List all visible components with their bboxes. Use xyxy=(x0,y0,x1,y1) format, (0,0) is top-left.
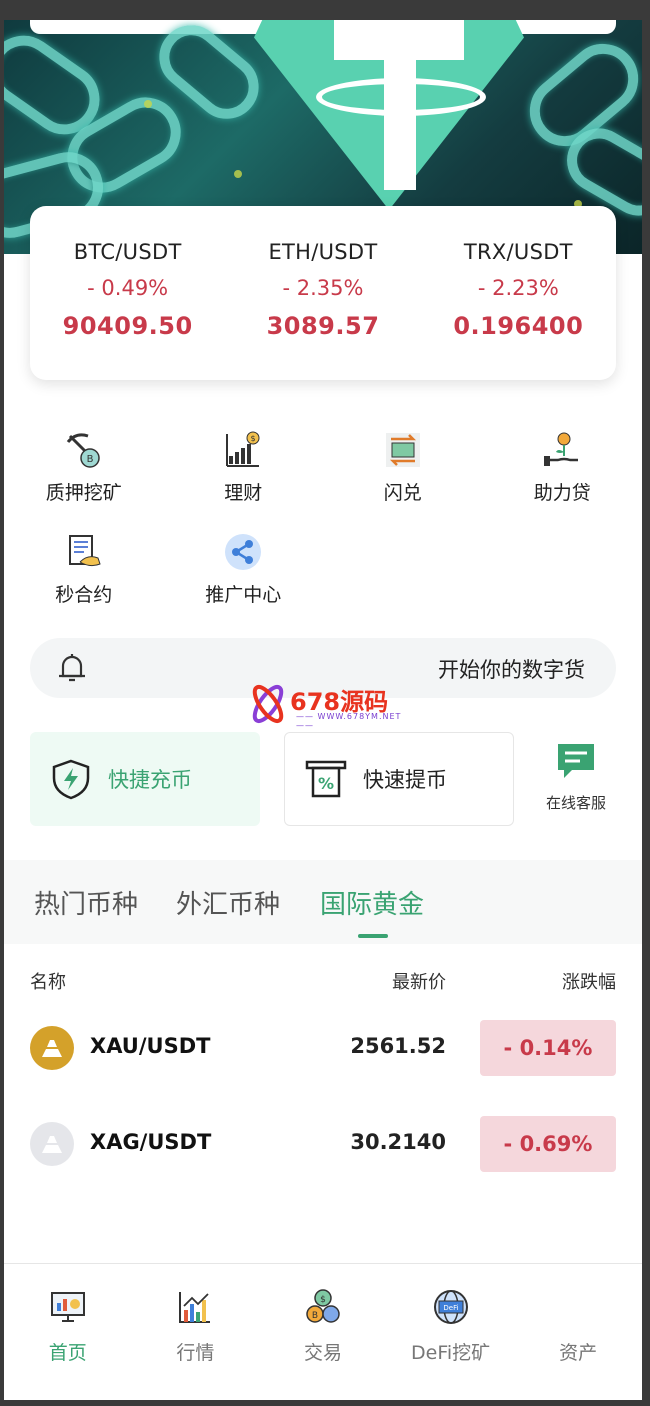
silver-bar-icon xyxy=(30,1122,74,1166)
growth-chart-icon: $ xyxy=(223,430,263,470)
nav-label: 首页 xyxy=(48,1342,87,1364)
svg-text:$: $ xyxy=(251,434,256,443)
ticker-price: 90409.50 xyxy=(62,312,193,340)
menu-item-loan[interactable]: 助力贷 xyxy=(483,430,643,532)
row-change-badge: - 0.14% xyxy=(480,1020,616,1076)
nav-label: 资产 xyxy=(559,1342,598,1364)
row-price: 30.2140 xyxy=(350,1130,446,1154)
hand-coin-plant-icon xyxy=(542,430,582,470)
watermark-logo: 678源码 —— WWW.678YM.NET —— xyxy=(248,682,418,730)
menu-item-referral-center[interactable]: 推广中心 xyxy=(164,532,324,634)
svg-text:DeFi: DeFi xyxy=(443,1304,458,1312)
exchange-icon xyxy=(383,430,423,470)
tab-forex-coins[interactable]: 外汇币种 xyxy=(176,884,280,921)
atom-logo-icon xyxy=(252,684,284,724)
svg-text:B: B xyxy=(86,454,93,465)
tab-international-gold[interactable]: 国际黄金 xyxy=(320,884,424,921)
online-service-button[interactable]: 在线客服 xyxy=(536,742,616,813)
menu-item-second-contract[interactable]: 秒合约 xyxy=(4,532,164,634)
nav-trade[interactable]: B $ 交易 xyxy=(259,1264,387,1400)
bottom-navigation: 首页 行情 B $ 交易 DeFi DeFi挖矿 资产 xyxy=(4,1263,642,1400)
menu-item-flash-exchange[interactable]: 闪兑 xyxy=(323,430,483,532)
header-price: 最新价 xyxy=(392,972,446,993)
quick-actions: 快捷充币 % 快速提币 在线客服 xyxy=(30,732,616,826)
menu-label: 推广中心 xyxy=(205,584,282,606)
header-change: 涨跌幅 xyxy=(562,972,616,993)
menu-item-staking-mining[interactable]: B 质押挖矿 xyxy=(4,430,164,532)
svg-text:$: $ xyxy=(320,1295,326,1305)
monitor-chart-icon xyxy=(49,1288,87,1326)
withdraw-label: 快速提币 xyxy=(363,768,447,792)
nav-home[interactable]: 首页 xyxy=(4,1264,132,1400)
row-symbol: XAG/USDT xyxy=(90,1130,212,1154)
market-tabs: 热门币种 外汇币种 国际黄金 xyxy=(4,860,642,944)
watermark-url: —— WWW.678YM.NET —— xyxy=(296,712,402,730)
row-price: 2561.52 xyxy=(350,1034,446,1058)
nav-label: 交易 xyxy=(303,1342,342,1364)
row-change-badge: - 0.69% xyxy=(480,1116,616,1172)
menu-label: 理财 xyxy=(224,482,263,504)
shield-bolt-icon xyxy=(48,756,94,802)
chat-bubble-icon xyxy=(556,742,596,782)
ticker-pair: ETH/USDT xyxy=(268,240,378,264)
nav-label: DeFi挖矿 xyxy=(411,1342,491,1364)
menu-label: 秒合约 xyxy=(55,584,113,606)
nav-defi-mining[interactable]: DeFi DeFi挖矿 xyxy=(387,1264,515,1400)
share-icon xyxy=(223,532,263,572)
table-row[interactable]: XAG/USDT 30.2140 - 0.69% xyxy=(30,1114,616,1174)
bell-icon xyxy=(54,650,90,686)
ticker-change: - 2.35% xyxy=(282,276,364,300)
ticker-pair: TRX/USDT xyxy=(463,240,573,264)
ticker-pair: BTC/USDT xyxy=(73,240,182,264)
atm-percent-icon: % xyxy=(303,756,349,802)
ticker-price: 3089.57 xyxy=(266,312,380,340)
tab-hot-coins[interactable]: 热门币种 xyxy=(34,884,138,921)
table-header: 名称 最新价 涨跌幅 xyxy=(30,968,616,996)
notice-text: 开始你的数字货 xyxy=(438,658,585,682)
ticker-item[interactable]: BTC/USDT - 0.49% 90409.50 xyxy=(30,206,225,380)
ticker-card: BTC/USDT - 0.49% 90409.50 ETH/USDT - 2.3… xyxy=(30,206,616,380)
contract-handshake-icon xyxy=(64,532,104,572)
assets-icon xyxy=(559,1288,597,1326)
nav-market[interactable]: 行情 xyxy=(132,1264,260,1400)
active-tab-indicator xyxy=(358,934,388,938)
ticker-change: - 0.49% xyxy=(87,276,169,300)
table-row[interactable]: XAU/USDT 2561.52 - 0.14% xyxy=(30,1018,616,1078)
row-symbol: XAU/USDT xyxy=(90,1034,211,1058)
deposit-label: 快捷充币 xyxy=(108,768,192,792)
menu-label: 质押挖矿 xyxy=(45,482,122,504)
ticker-item[interactable]: TRX/USDT - 2.23% 0.196400 xyxy=(421,206,616,380)
quick-menu: B 质押挖矿 $ 理财 闪兑 助力贷 秒合约 推广中心 xyxy=(4,430,642,634)
quick-withdraw-button[interactable]: % 快速提币 xyxy=(284,732,514,826)
menu-label: 闪兑 xyxy=(383,482,422,504)
ticker-item[interactable]: ETH/USDT - 2.35% 3089.57 xyxy=(225,206,420,380)
svg-text:%: % xyxy=(318,774,334,793)
header-name: 名称 xyxy=(30,972,66,993)
coins-icon: B $ xyxy=(304,1288,342,1326)
ticker-change: - 2.23% xyxy=(477,276,559,300)
nav-label: 行情 xyxy=(176,1342,215,1364)
app-screen: BTC/USDT - 0.49% 90409.50 ETH/USDT - 2.3… xyxy=(4,20,642,1400)
ticker-price: 0.196400 xyxy=(453,312,584,340)
defi-globe-icon: DeFi xyxy=(432,1288,470,1326)
gold-bar-icon xyxy=(30,1026,74,1070)
menu-label: 助力贷 xyxy=(533,482,591,504)
menu-item-finance[interactable]: $ 理财 xyxy=(164,430,324,532)
pickaxe-coin-icon: B xyxy=(64,430,104,470)
svg-text:B: B xyxy=(312,1311,318,1321)
nav-assets[interactable]: 资产 xyxy=(514,1264,642,1400)
service-label: 在线客服 xyxy=(545,794,606,812)
quick-deposit-button[interactable]: 快捷充币 xyxy=(30,732,260,826)
bar-chart-icon xyxy=(176,1288,214,1326)
